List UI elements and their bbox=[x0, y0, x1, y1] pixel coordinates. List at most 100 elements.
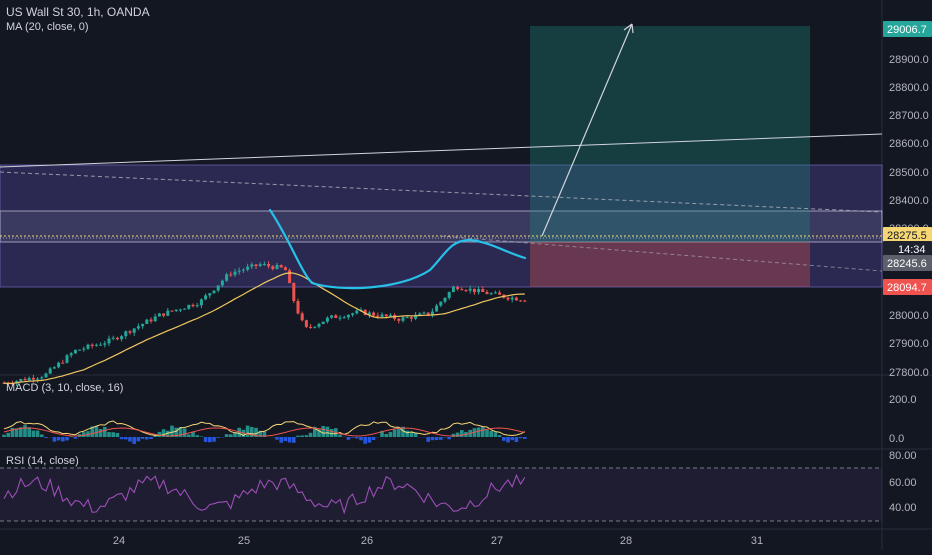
macd-histogram-bar bbox=[284, 437, 288, 441]
rsi-tick-label: 60.00 bbox=[889, 477, 917, 489]
price-label-badge: 14:34 bbox=[883, 241, 932, 257]
candle bbox=[221, 281, 224, 286]
candle bbox=[91, 345, 94, 346]
rsi-band bbox=[0, 468, 882, 521]
candle bbox=[145, 320, 148, 324]
candle bbox=[166, 311, 169, 316]
macd-histogram-bar bbox=[61, 437, 65, 441]
candle bbox=[313, 327, 316, 328]
candle bbox=[423, 313, 426, 314]
macd-histogram-bar bbox=[187, 434, 191, 437]
price-label-badge: 29006.7 bbox=[883, 21, 932, 37]
candle bbox=[507, 298, 510, 300]
candle bbox=[523, 301, 526, 302]
candle bbox=[444, 298, 447, 302]
price-badge-text: 28245.6 bbox=[887, 258, 927, 270]
candle bbox=[465, 290, 468, 291]
candle bbox=[171, 311, 174, 312]
candle bbox=[515, 298, 518, 301]
target-zone bbox=[530, 26, 810, 242]
macd-histogram-bar bbox=[116, 433, 120, 437]
macd-histogram-bar bbox=[195, 435, 199, 437]
macd-title[interactable]: MACD (3, 10, close, 16) bbox=[6, 382, 123, 394]
rsi-panel bbox=[0, 468, 882, 521]
macd-histogram-bar bbox=[137, 437, 141, 441]
candle bbox=[271, 266, 274, 269]
candle bbox=[288, 270, 291, 283]
candle bbox=[61, 363, 64, 364]
macd-histogram-bar bbox=[208, 437, 212, 442]
time-tick-label: 26 bbox=[361, 535, 373, 547]
price-label-badge: 28245.6 bbox=[883, 255, 932, 271]
candle bbox=[490, 293, 493, 294]
candle bbox=[196, 305, 199, 306]
candle bbox=[343, 317, 346, 318]
price-tick-label: 28400.0 bbox=[889, 195, 929, 207]
candle bbox=[70, 353, 73, 355]
macd-histogram-bar bbox=[452, 434, 456, 437]
candle bbox=[200, 299, 203, 305]
macd-histogram-bar bbox=[389, 432, 393, 437]
candle bbox=[347, 315, 350, 317]
macd-tick-label: 200.0 bbox=[889, 394, 917, 406]
price-tick-label: 27900.0 bbox=[889, 338, 929, 350]
macd-panel bbox=[2, 421, 526, 444]
candle bbox=[112, 338, 115, 339]
candle bbox=[486, 292, 489, 294]
candle bbox=[460, 289, 463, 290]
macd-histogram-bar bbox=[225, 434, 229, 437]
candle bbox=[82, 349, 85, 350]
time-tick-label: 31 bbox=[751, 535, 763, 547]
candle bbox=[158, 313, 161, 316]
macd-histogram-bar bbox=[288, 437, 292, 442]
candle bbox=[351, 313, 354, 315]
macd-histogram-bar bbox=[372, 437, 376, 440]
candle bbox=[45, 373, 48, 377]
candle bbox=[103, 343, 106, 344]
candle bbox=[108, 339, 111, 344]
macd-histogram-bar bbox=[305, 435, 309, 437]
time-tick-label: 28 bbox=[620, 535, 632, 547]
macd-histogram-bar bbox=[309, 433, 313, 437]
candle bbox=[124, 331, 127, 336]
rsi-tick-label: 80.00 bbox=[889, 450, 917, 462]
ma-indicator-label[interactable]: MA (20, close, 0) bbox=[6, 21, 89, 33]
macd-histogram-bar bbox=[44, 437, 48, 438]
candle bbox=[376, 316, 379, 317]
candle bbox=[129, 331, 132, 332]
candle bbox=[162, 313, 165, 315]
macd-histogram-bar bbox=[338, 435, 342, 437]
price-chart[interactable]: 29000.028900.028800.028700.028600.028500… bbox=[0, 0, 932, 550]
candle bbox=[133, 328, 136, 332]
macd-histogram-bar bbox=[326, 427, 330, 437]
candle bbox=[192, 305, 195, 306]
candle bbox=[187, 305, 190, 309]
macd-histogram-bar bbox=[523, 437, 527, 439]
candle bbox=[389, 315, 392, 316]
macd-histogram-bar bbox=[32, 431, 36, 437]
candle bbox=[95, 345, 98, 346]
candle bbox=[301, 313, 304, 320]
candle bbox=[19, 379, 22, 381]
candle bbox=[397, 319, 400, 321]
macd-histogram-bar bbox=[300, 435, 304, 437]
macd-histogram-bar bbox=[132, 437, 136, 444]
candle bbox=[242, 270, 245, 271]
macd-histogram-bar bbox=[229, 434, 233, 437]
macd-histogram-bar bbox=[111, 432, 115, 437]
macd-histogram-bar bbox=[279, 437, 283, 443]
candle bbox=[469, 289, 472, 291]
chart-stage[interactable]: 29000.028900.028800.028700.028600.028500… bbox=[0, 0, 932, 550]
macd-histogram-bar bbox=[481, 427, 485, 437]
macd-tick-label: 0.0 bbox=[889, 433, 904, 445]
rsi-title[interactable]: RSI (14, close) bbox=[6, 455, 79, 467]
time-tick-label: 24 bbox=[113, 535, 125, 547]
macd-histogram-bar bbox=[502, 437, 506, 441]
candle bbox=[372, 312, 375, 315]
candle bbox=[381, 314, 384, 316]
candle bbox=[179, 310, 182, 311]
candle bbox=[154, 316, 157, 321]
macd-histogram-bar bbox=[321, 426, 325, 437]
macd-histogram-bar bbox=[204, 437, 208, 442]
candle bbox=[255, 264, 258, 266]
